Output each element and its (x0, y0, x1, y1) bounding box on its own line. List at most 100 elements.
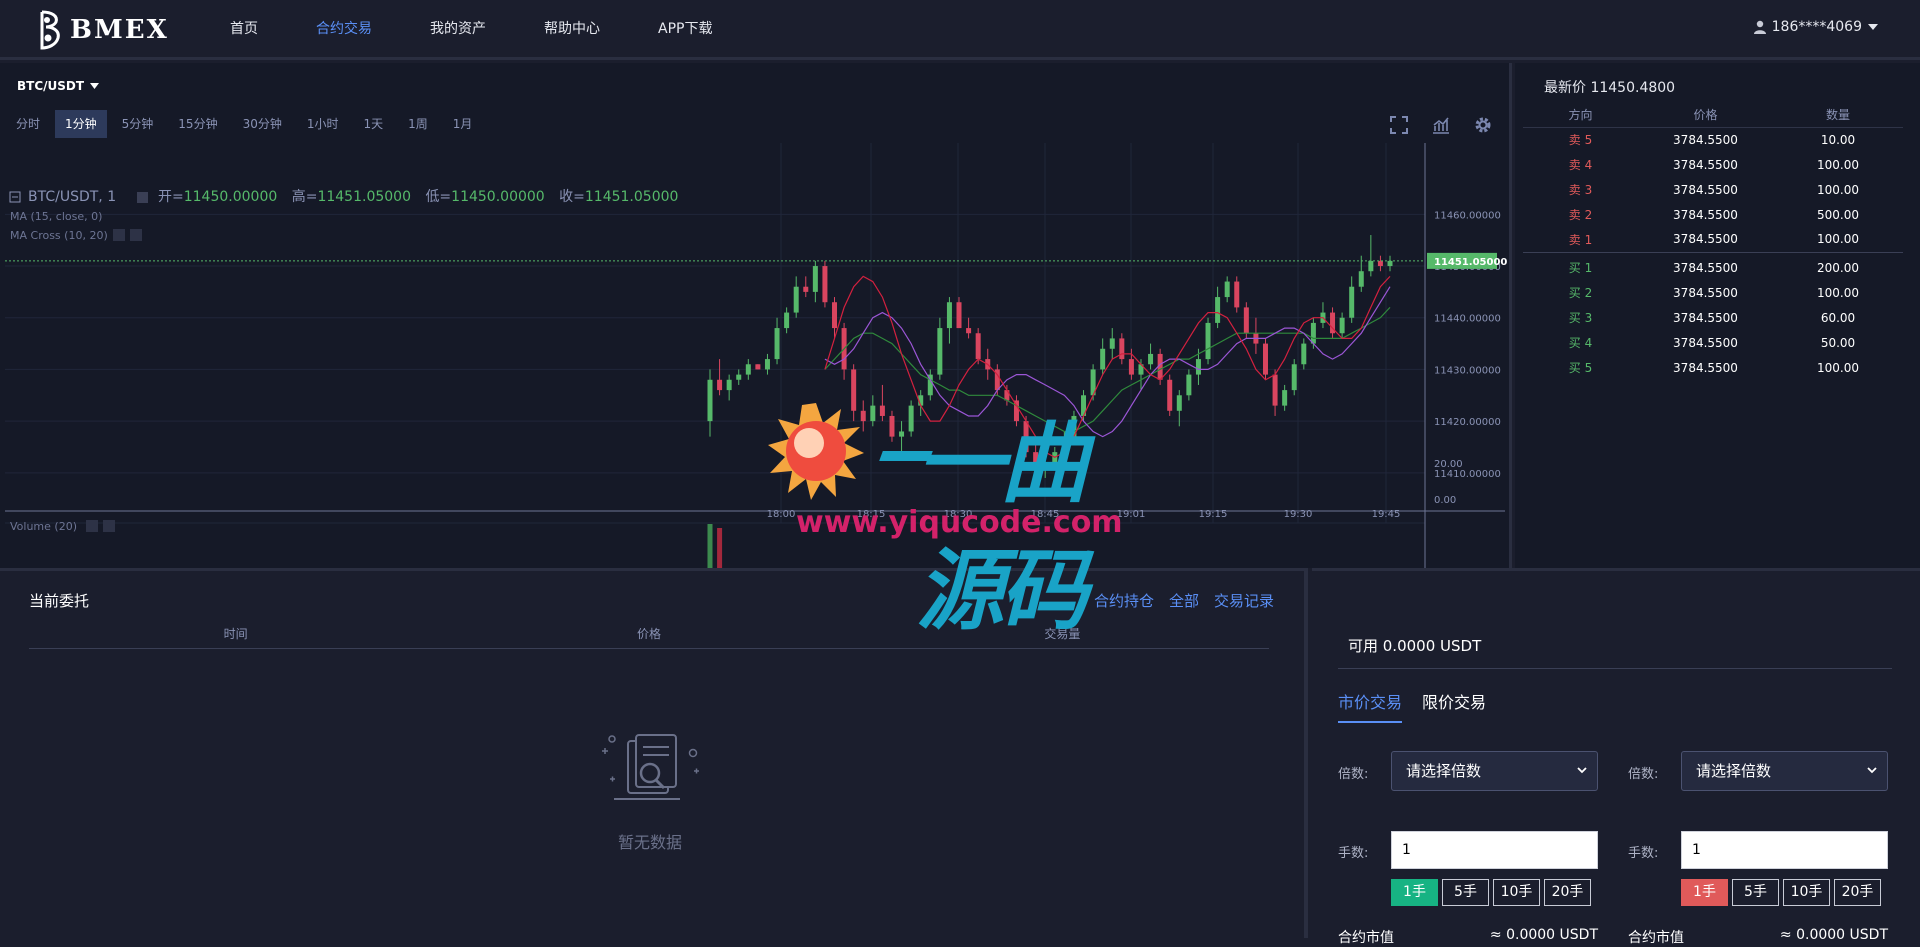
lot-button-10[interactable]: 10手 (1783, 879, 1830, 906)
symbol-label: BTC/USDT (17, 79, 85, 93)
fullscreen-icon[interactable] (1389, 115, 1409, 135)
trade-history-link[interactable]: 交易记录 (1214, 590, 1274, 611)
close-icon[interactable] (103, 520, 115, 532)
chart-tools (1389, 115, 1493, 135)
interval-tab[interactable]: 1小时 (297, 110, 349, 138)
bid-row[interactable]: 买 3 3784.5500 60.00 (1523, 305, 1903, 330)
ask-row[interactable]: 卖 5 3784.5500 10.00 (1523, 127, 1903, 152)
positions-link[interactable]: 合约持仓 (1094, 590, 1154, 611)
leverage-select-value: 请选择倍数 (1696, 762, 1772, 780)
interval-tab[interactable]: 30分钟 (233, 110, 292, 138)
order-price: 3784.5500 (1673, 232, 1738, 247)
ask-row[interactable]: 卖 3 3784.5500 100.00 (1523, 177, 1903, 202)
candle-body (889, 415, 895, 437)
order-direction: 卖 4 (1568, 158, 1593, 172)
lot-button-5[interactable]: 5手 (1442, 879, 1489, 906)
order-direction: 买 4 (1568, 336, 1593, 350)
lot-button-1[interactable]: 1手 (1391, 879, 1438, 906)
candle-body (946, 302, 952, 329)
bid-row[interactable]: 买 4 3784.5500 50.00 (1523, 330, 1903, 355)
order-book-panel: 最新价 11450.4800 方向 价格 数量 卖 5 3784.5500 10.0… (1515, 63, 1920, 568)
all-link[interactable]: 全部 (1169, 590, 1199, 611)
kline-chart[interactable]: 11460.00000 11450.00000 11440.00000 11430.0… (0, 143, 1512, 568)
nav-contract-trading[interactable]: 合约交易 (316, 0, 372, 58)
chart-panel: BTC/USDT 分时 1分钟 5分钟 15分钟 30分钟 1小时 1天 1周 … (0, 63, 1512, 568)
ask-row[interactable]: 卖 1 3784.5500 100.00 (1523, 227, 1903, 252)
eye-icon[interactable] (86, 520, 98, 532)
symbol-selector[interactable]: BTC/USDT (17, 79, 100, 93)
order-direction: 卖 5 (1568, 133, 1593, 148)
empty-text: 暂无数据 (617, 833, 682, 852)
candle-body (793, 286, 799, 313)
divider (1338, 668, 1892, 669)
orders-table-header: 时间 价格 交易量 (29, 619, 1269, 649)
candle-body (975, 333, 981, 360)
open-label: 开= (158, 189, 184, 205)
leverage-label: 倍数: (1338, 767, 1369, 782)
nav-my-assets[interactable]: 我的资产 (430, 0, 486, 58)
gear-icon[interactable] (1473, 115, 1493, 135)
open-value: 11450.00000 (184, 189, 278, 205)
time-tick-label: 18:15 (857, 509, 886, 520)
empty-state: 暂无数据 (580, 731, 720, 853)
svg-text:开=11450.00000 高=11451.: 开=11450.00000 高=11451.05000 低=11450.0000… (158, 188, 678, 205)
order-direction: 卖 2 (1568, 208, 1593, 222)
interval-tab[interactable]: 1月 (443, 110, 483, 138)
nav-home[interactable]: 首页 (230, 0, 258, 58)
tab-market[interactable]: 市价交易 (1338, 689, 1403, 723)
candle-body (736, 374, 742, 380)
leverage-select[interactable]: 请选择倍数 (1681, 751, 1888, 791)
candle-body (803, 286, 809, 292)
order-direction: 买 2 (1568, 286, 1593, 300)
order-direction: 买 5 (1568, 361, 1593, 375)
top-navbar: BMEX 首页 合约交易 我的资产 帮助中心 APP下载 186****4069 (0, 0, 1920, 60)
nav-help-center[interactable]: 帮助中心 (544, 0, 600, 58)
interval-tab[interactable]: 1天 (354, 110, 394, 138)
close-icon[interactable] (130, 229, 142, 241)
interval-tab[interactable]: 1分钟 (55, 110, 107, 138)
lot-button-20[interactable]: 20手 (1834, 879, 1881, 906)
close-label: 收= (559, 189, 585, 205)
interval-tab[interactable]: 分时 (6, 110, 50, 138)
lot-button-1[interactable]: 1手 (1681, 879, 1728, 906)
eye-icon[interactable] (113, 229, 125, 241)
order-direction: 买 1 (1568, 261, 1593, 275)
candle-body (726, 379, 732, 391)
user-menu[interactable]: 186****4069 (1753, 19, 1878, 35)
indicator-icon[interactable] (1431, 115, 1451, 135)
candle-body (1224, 281, 1230, 298)
column-header: 数量 (1773, 103, 1903, 128)
candle-body (1377, 260, 1383, 267)
tab-limit[interactable]: 限价交易 (1422, 689, 1486, 723)
ask-row[interactable]: 卖 4 3784.5500 100.00 (1523, 152, 1903, 177)
interval-tab[interactable]: 15分钟 (168, 110, 227, 138)
lot-button-5[interactable]: 5手 (1732, 879, 1779, 906)
interval-tab[interactable]: 1周 (398, 110, 438, 138)
latest-price: 最新价 11450.4800 (1544, 77, 1675, 97)
order-quantity: 50.00 (1820, 335, 1856, 350)
candle-body (870, 405, 876, 422)
candle-body (899, 431, 905, 437)
column-header: 价格 (1638, 103, 1773, 128)
ask-row[interactable]: 卖 2 3784.5500 500.00 (1523, 202, 1903, 227)
quantity-label: 手数: (1338, 846, 1369, 861)
leverage-select[interactable]: 请选择倍数 (1391, 751, 1598, 791)
quantity-input[interactable]: 1 (1681, 831, 1888, 869)
bid-row[interactable]: 买 5 3784.5500 100.00 (1523, 355, 1903, 380)
lot-button-20[interactable]: 20手 (1544, 879, 1591, 906)
bid-row[interactable]: 买 2 3784.5500 100.00 (1523, 280, 1903, 305)
bid-row[interactable]: 买 1 3784.5500 200.00 (1523, 255, 1903, 280)
candle-body (1148, 353, 1154, 365)
candle-body (1205, 322, 1211, 360)
user-icon (1753, 20, 1766, 34)
logo[interactable]: BMEX (34, 8, 169, 52)
quantity-input[interactable]: 1 (1391, 831, 1598, 869)
order-quantity: 100.00 (1817, 182, 1859, 197)
current-orders-panel: 当前委托 合约持仓 全部 交易记录 时间 价格 交易量 暂无数据 (0, 568, 1308, 938)
eye-icon[interactable] (137, 192, 148, 203)
nav-app-download[interactable]: APP下载 (658, 0, 712, 58)
latest-price-label: 最新价 (1544, 80, 1586, 96)
lot-button-10[interactable]: 10手 (1493, 879, 1540, 906)
interval-tab[interactable]: 5分钟 (112, 110, 164, 138)
candle-body (1234, 281, 1240, 308)
